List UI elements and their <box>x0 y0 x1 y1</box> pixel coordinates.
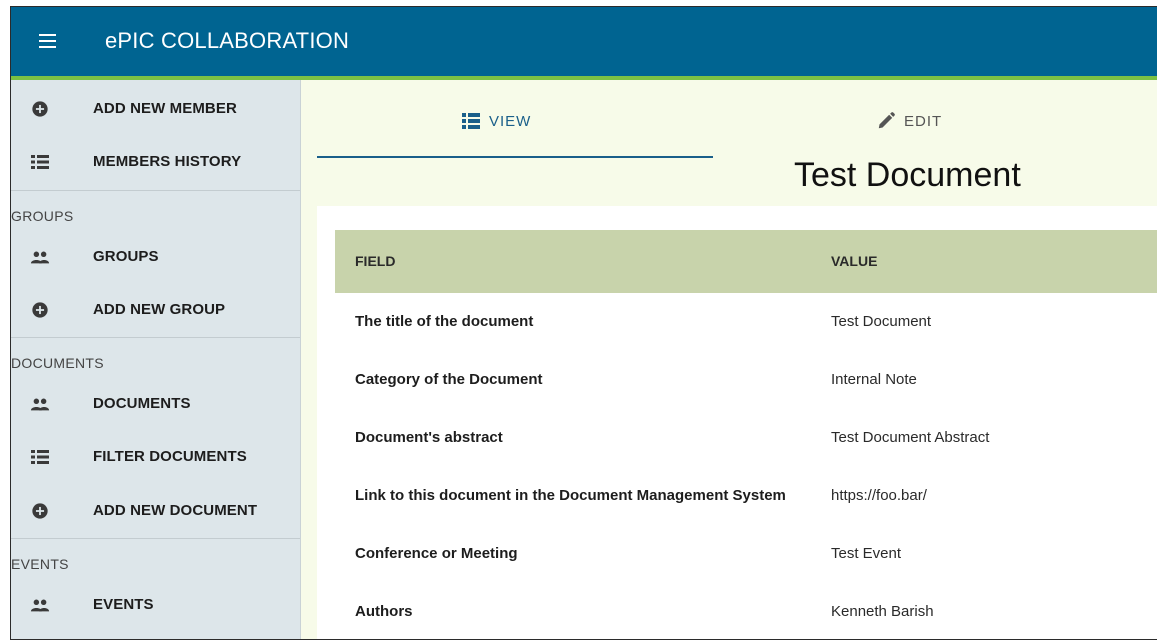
sidebar-item-label: ADD NEW GROUP <box>93 301 226 318</box>
field-cell: The title of the document <box>355 313 534 330</box>
pencil-icon <box>878 112 895 129</box>
field-cell: Category of the Document <box>355 371 543 388</box>
column-header-field: FIELD <box>355 253 396 269</box>
field-cell: Document's abstract <box>355 429 503 446</box>
sidebar-item-events[interactable]: EVENTS <box>11 585 300 625</box>
table-row: Category of the Document Internal Note <box>335 351 1157 410</box>
list-icon <box>31 450 49 464</box>
hamburger-menu-icon[interactable] <box>39 34 56 48</box>
sidebar-item-label: ADD NEW MEMBER <box>93 100 237 117</box>
table-row: Document's abstract Test Document Abstra… <box>335 409 1157 468</box>
add-circle-icon <box>32 302 48 318</box>
value-cell: Kenneth Barish <box>831 603 934 620</box>
table-row: Conference or Meeting Test Event <box>335 525 1157 584</box>
people-icon <box>30 599 50 612</box>
sidebar-item-add-new-document[interactable]: ADD NEW DOCUMENT <box>11 491 300 531</box>
app-title: ePIC COLLABORATION <box>105 28 350 53</box>
sidebar-item-label: GROUPS <box>93 248 159 265</box>
sidebar-divider <box>11 190 300 191</box>
list-icon <box>31 155 49 169</box>
active-tab-indicator <box>317 156 713 158</box>
app-bar: ePIC COLLABORATION <box>11 7 1157 80</box>
details-card: FIELD VALUE The title of the document Te… <box>317 206 1157 639</box>
field-cell: Authors <box>355 603 413 620</box>
sidebar-item-label: FILTER DOCUMENTS <box>93 448 247 465</box>
value-cell: Internal Note <box>831 371 917 388</box>
sidebar-item-label: MEMBERS HISTORY <box>93 153 242 170</box>
list-icon <box>462 113 480 129</box>
table-row: Authors Kenneth Barish <box>335 583 1157 639</box>
value-cell: Test Document Abstract <box>831 429 990 446</box>
add-circle-icon <box>32 101 48 117</box>
main-content: VIEW EDIT Test Document FIELD VALUE The … <box>301 80 1157 639</box>
sidebar-divider <box>11 538 300 539</box>
sidebar-item-label: ADD NEW DOCUMENT <box>93 502 258 519</box>
sidebar-item-add-new-member[interactable]: ADD NEW MEMBER <box>11 89 300 129</box>
section-label-documents: DOCUMENTS <box>11 355 104 371</box>
app-window: ePIC COLLABORATION ADD NEW MEMBER MEMBER… <box>10 6 1157 640</box>
sidebar-item-label: DOCUMENTS <box>93 395 191 412</box>
tab-view-label: VIEW <box>489 113 532 130</box>
sidebar-item-filter-documents[interactable]: FILTER DOCUMENTS <box>11 437 300 477</box>
field-cell: Conference or Meeting <box>355 545 518 562</box>
table-row: Link to this document in the Document Ma… <box>335 467 1157 526</box>
value-cell: Test Document <box>831 313 932 330</box>
sidebar-item-groups[interactable]: GROUPS <box>11 237 300 277</box>
table-row: The title of the document Test Document <box>335 293 1157 352</box>
add-circle-icon <box>32 503 48 519</box>
people-icon <box>30 251 50 264</box>
sidebar-item-members-history[interactable]: MEMBERS HISTORY <box>11 142 300 182</box>
value-cell[interactable]: https://foo.bar/ <box>831 487 927 504</box>
value-cell: Test Event <box>831 545 902 562</box>
field-cell: Link to this document in the Document Ma… <box>355 487 786 504</box>
sidebar: ADD NEW MEMBER MEMBERS HISTORY GROUPS GR… <box>11 80 301 639</box>
sidebar-item-label: EVENTS <box>93 596 154 613</box>
tab-edit-label: EDIT <box>904 113 943 130</box>
sidebar-item-add-new-group[interactable]: ADD NEW GROUP <box>11 290 300 330</box>
table-header: FIELD VALUE <box>335 230 1157 293</box>
page-title: Test Document <box>794 156 1021 194</box>
sidebar-divider <box>11 337 300 338</box>
section-label-groups: GROUPS <box>11 208 74 224</box>
column-header-value: VALUE <box>831 253 878 269</box>
people-icon <box>30 398 50 411</box>
sidebar-item-documents[interactable]: DOCUMENTS <box>11 384 300 424</box>
section-label-events: EVENTS <box>11 556 69 572</box>
